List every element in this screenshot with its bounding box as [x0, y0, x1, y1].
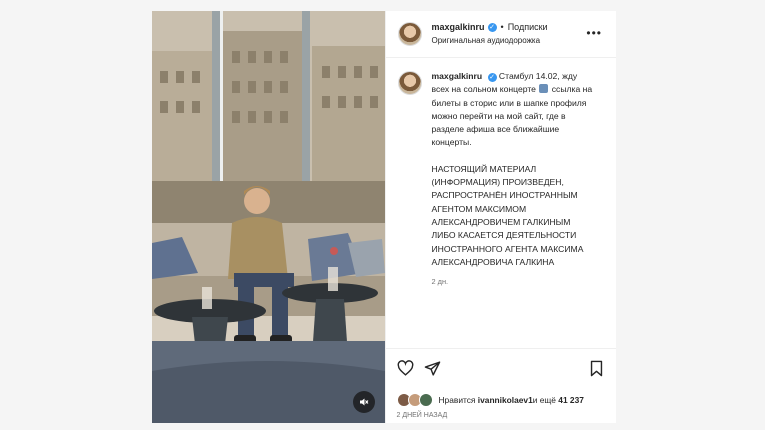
likes-row: Нравится ivannikolaev1 и ещё 41 237 [396, 393, 584, 407]
likes-prefix: Нравится [438, 395, 476, 405]
send-icon[interactable] [424, 360, 441, 377]
verified-badge-icon: ✓ [487, 22, 497, 32]
likes-count[interactable]: 41 237 [558, 395, 584, 405]
mute-button[interactable] [352, 391, 375, 413]
caption-username[interactable]: maxgalkinru [432, 71, 483, 81]
likes-user[interactable]: ivannikolaev1 [478, 395, 533, 405]
liker-avatars [396, 393, 433, 407]
post-modal: maxgalkinru ✓ • Подписки Оригинальная ау… [152, 11, 616, 423]
post-actions: Нравится ivannikolaev1 и ещё 41 237 2 дн… [385, 348, 616, 424]
separator-dot: • [500, 22, 504, 32]
header-text: maxgalkinru ✓ • Подписки Оригинальная ау… [432, 20, 548, 48]
caption-text: maxgalkinru ✓ Стамбул 14.02, жду всех на… [432, 70, 597, 288]
username-link[interactable]: maxgalkinru [432, 20, 485, 34]
likes-suffix: и ещё [532, 395, 556, 405]
verified-badge-icon: ✓ [487, 73, 497, 82]
heart-icon[interactable] [397, 360, 414, 377]
post-details-panel: maxgalkinru ✓ • Подписки Оригинальная ау… [384, 11, 617, 424]
follow-button[interactable]: Подписки [508, 20, 548, 34]
speaker-muted-icon [359, 398, 368, 406]
caption-avatar[interactable] [397, 71, 422, 95]
header-user-line: maxgalkinru ✓ • Подписки [432, 20, 548, 34]
more-horizontal-icon[interactable]: ••• [586, 27, 602, 39]
avatar[interactable] [418, 393, 433, 407]
avatar[interactable] [397, 22, 422, 46]
caption-notice: НАСТОЯЩИЙ МАТЕРИАЛ (ИНФОРМАЦИЯ) ПРОИЗВЕД… [431, 163, 586, 267]
action-icons [397, 360, 441, 377]
bookmark-icon[interactable] [588, 360, 605, 377]
post-date: 2 дней назад [396, 412, 448, 419]
audio-link[interactable]: Оригинальная аудиодорожка [432, 34, 548, 48]
emoji-icon [539, 84, 549, 94]
video-frame [152, 11, 385, 423]
caption-age: 2 дн. [431, 277, 449, 287]
caption-comment: maxgalkinru ✓ Стамбул 14.02, жду всех на… [386, 58, 617, 288]
post-header: maxgalkinru ✓ • Подписки Оригинальная ау… [385, 11, 616, 58]
post-video[interactable] [152, 11, 385, 423]
